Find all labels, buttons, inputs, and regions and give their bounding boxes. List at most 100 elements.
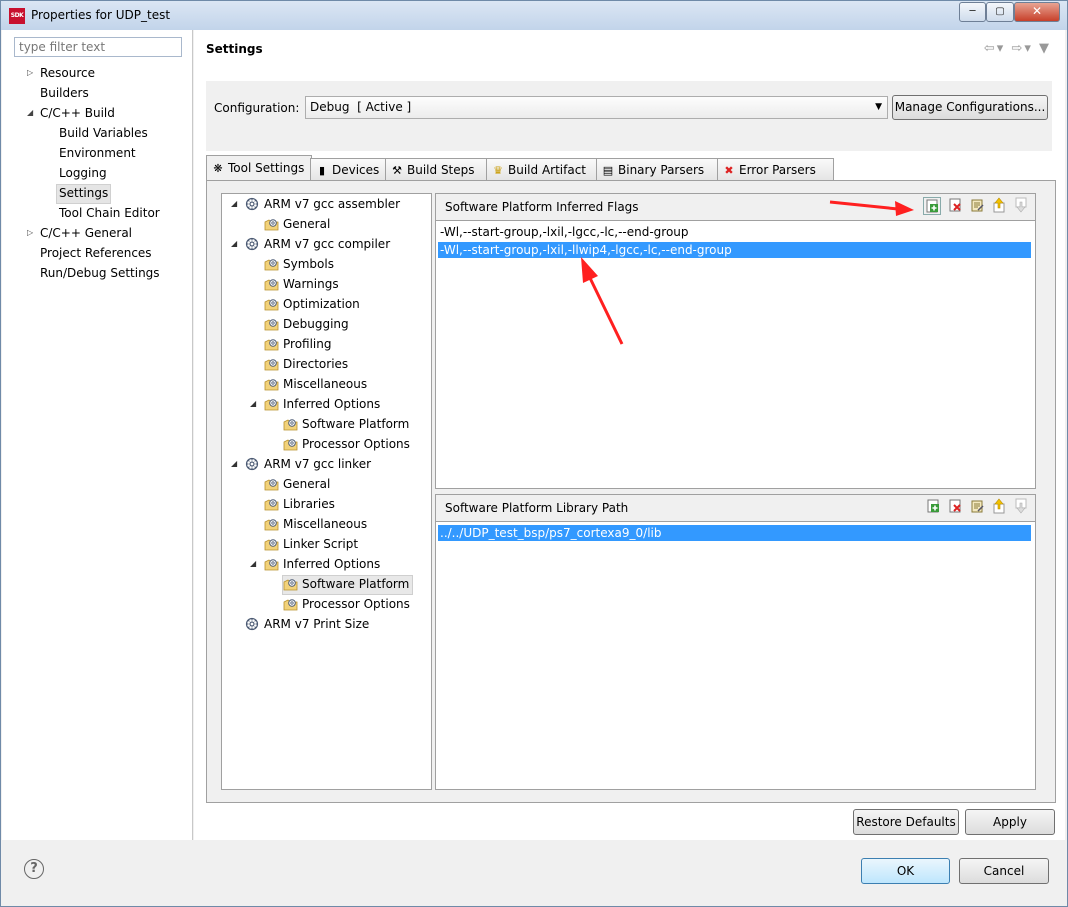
devices-icon: ▮ [318, 164, 326, 177]
list-item-selected[interactable]: ../../UDP_test_bsp/ps7_cortexa9_0/lib [438, 525, 1031, 541]
tree-item[interactable]: Symbols [264, 255, 334, 273]
ok-button[interactable]: OK [861, 858, 950, 884]
tree-item[interactable]: Miscellaneous [264, 515, 367, 533]
tree-item[interactable]: Debugging [264, 315, 349, 333]
add-icon[interactable] [925, 498, 941, 514]
tree-item[interactable]: Inferred Options [264, 555, 380, 573]
configuration-dropdown[interactable]: Debug [ Active ] ▼ [305, 96, 888, 119]
cancel-button[interactable]: Cancel [959, 858, 1049, 884]
tree-item[interactable]: Warnings [264, 275, 339, 293]
tree-item[interactable]: Directories [264, 355, 348, 373]
add-icon[interactable] [923, 197, 941, 215]
nav-item-cpp-build[interactable]: C/C++ Build [38, 104, 117, 122]
tree-item[interactable]: Processor Options [283, 595, 410, 613]
manage-configurations-button[interactable]: Manage Configurations... [892, 95, 1048, 120]
tab-build-steps[interactable]: ⚒ Build Steps [385, 158, 488, 181]
tool-gear-icon [245, 457, 260, 471]
configuration-value: Debug [ Active ] [310, 100, 412, 114]
panel-title: Software Platform Inferred Flags [445, 200, 639, 214]
nav-item-cpp-general[interactable]: C/C++ General [38, 224, 134, 242]
option-category-icon [264, 557, 279, 571]
preference-nav: type filter text ▷ Resource Builders ◢ C… [2, 30, 193, 840]
tab-build-artifact[interactable]: ♛ Build Artifact [486, 158, 598, 181]
close-button[interactable]: ✕ [1014, 2, 1060, 22]
option-category-icon [283, 577, 298, 591]
tab-devices[interactable]: ▮ Devices [310, 158, 387, 181]
tool-settings-panel: ◢ ARM v7 gcc assembler General ◢ ARM v7 … [206, 180, 1056, 803]
tree-item[interactable]: General [264, 475, 330, 493]
expanded-arrow-icon[interactable]: ◢ [27, 104, 33, 122]
list-item-selected[interactable]: -Wl,--start-group,-lxil,-llwip4,-lgcc,-l… [438, 242, 1031, 258]
filter-input[interactable]: type filter text [14, 37, 182, 57]
tree-item-selected[interactable]: Software Platform [282, 575, 414, 595]
option-category-icon [264, 277, 279, 291]
error-parsers-icon: ✖ [724, 164, 734, 177]
restore-defaults-button[interactable]: Restore Defaults [853, 809, 959, 835]
history-arrows-icon[interactable]: ⇦▾ ⇨▾ ▼ [984, 41, 1051, 56]
tree-item[interactable]: Libraries [264, 495, 335, 513]
nav-item-settings[interactable]: Settings [56, 184, 112, 204]
tree-item[interactable]: Profiling [264, 335, 332, 353]
tab-tool-settings[interactable]: ❋ Tool Settings [206, 155, 312, 181]
expanded-arrow-icon[interactable]: ◢ [250, 395, 256, 413]
tree-item[interactable]: ARM v7 Print Size [245, 615, 369, 633]
option-category-icon [264, 477, 279, 491]
collapsed-arrow-icon[interactable]: ▷ [27, 224, 33, 242]
move-up-icon[interactable] [991, 498, 1007, 514]
configuration-bar: Configuration: Debug [ Active ] ▼ Manage… [206, 81, 1052, 151]
tool-gear-icon [245, 617, 260, 631]
tab-error-parsers[interactable]: ✖ Error Parsers [717, 158, 834, 181]
help-icon[interactable]: ? [24, 859, 44, 879]
tool-tree: ◢ ARM v7 gcc assembler General ◢ ARM v7 … [221, 193, 432, 790]
nav-item-build-variables[interactable]: Build Variables [57, 124, 150, 142]
nav-item-tool-chain-editor[interactable]: Tool Chain Editor [57, 204, 162, 222]
list-item[interactable]: -Wl,--start-group,-lxil,-lgcc,-lc,--end-… [438, 224, 689, 240]
expanded-arrow-icon[interactable]: ◢ [231, 235, 237, 253]
window-title: Properties for UDP_test [31, 8, 171, 22]
panel-toolbar [917, 197, 1029, 215]
tree-item[interactable]: General [264, 215, 330, 233]
edit-icon[interactable] [969, 498, 985, 514]
delete-icon[interactable] [947, 197, 963, 213]
option-category-icon [264, 377, 279, 391]
nav-item-run-debug-settings[interactable]: Run/Debug Settings [38, 264, 162, 282]
tree-item[interactable]: Inferred Options [264, 395, 380, 413]
option-category-icon [264, 297, 279, 311]
delete-icon[interactable] [947, 498, 963, 514]
tree-item[interactable]: Miscellaneous [264, 375, 367, 393]
option-category-icon [264, 537, 279, 551]
tool-gear-icon [245, 237, 260, 251]
nav-item-project-references[interactable]: Project References [38, 244, 154, 262]
expanded-arrow-icon[interactable]: ◢ [250, 555, 256, 573]
maximize-button[interactable]: ▢ [986, 2, 1014, 22]
option-category-icon [264, 357, 279, 371]
nav-item-environment[interactable]: Environment [57, 144, 138, 162]
expanded-arrow-icon[interactable]: ◢ [231, 455, 237, 473]
move-down-icon[interactable] [1013, 498, 1029, 514]
nav-item-logging[interactable]: Logging [57, 164, 109, 182]
expanded-arrow-icon[interactable]: ◢ [231, 195, 237, 213]
tree-item[interactable]: Optimization [264, 295, 360, 313]
tree-item[interactable]: ARM v7 gcc linker [245, 455, 371, 473]
option-category-icon [264, 257, 279, 271]
option-category-icon [283, 597, 298, 611]
minimize-button[interactable]: ─ [959, 2, 986, 22]
apply-button[interactable]: Apply [965, 809, 1055, 835]
edit-icon[interactable] [969, 197, 985, 213]
tab-binary-parsers[interactable]: ▤ Binary Parsers [596, 158, 719, 181]
chevron-down-icon: ▼ [875, 102, 882, 112]
tree-item[interactable]: ARM v7 gcc compiler [245, 235, 390, 253]
settings-page: Settings ⇦▾ ⇨▾ ▼ Configuration: Debug [ … [194, 30, 1065, 840]
tree-item[interactable]: Linker Script [264, 535, 358, 553]
tree-item[interactable]: ARM v7 gcc assembler [245, 195, 400, 213]
option-category-icon [264, 337, 279, 351]
tree-item[interactable]: Processor Options [283, 435, 410, 453]
title-bar[interactable]: SDK Properties for UDP_test ─ ▢ ✕ [1, 1, 1067, 30]
nav-item-builders[interactable]: Builders [38, 84, 91, 102]
dialog-content: type filter text ▷ Resource Builders ◢ C… [2, 30, 1065, 903]
tree-item[interactable]: Software Platform [283, 415, 409, 433]
nav-item-resource[interactable]: Resource [38, 64, 97, 82]
move-down-icon[interactable] [1013, 197, 1029, 213]
collapsed-arrow-icon[interactable]: ▷ [27, 64, 33, 82]
move-up-icon[interactable] [991, 197, 1007, 213]
